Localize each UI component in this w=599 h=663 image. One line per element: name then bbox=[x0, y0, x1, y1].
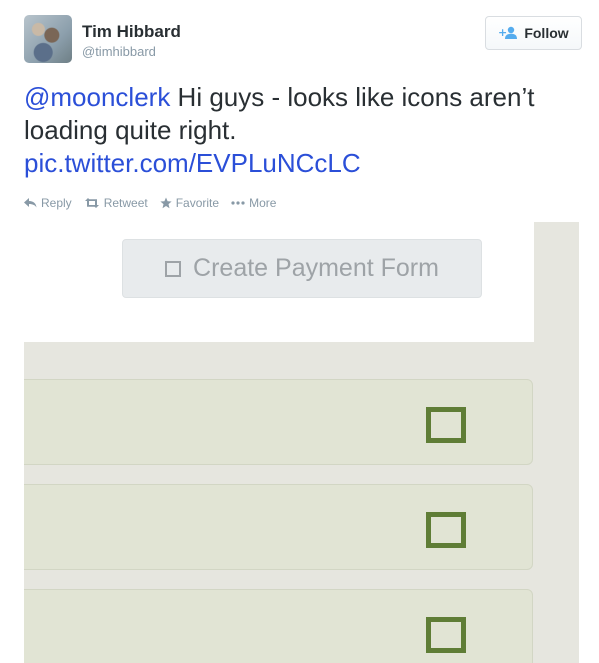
user-name[interactable]: Tim Hibbard bbox=[82, 22, 181, 42]
broken-checkbox-icon bbox=[426, 407, 466, 443]
user-handle[interactable]: @timhibbard bbox=[82, 44, 156, 59]
reply-icon bbox=[24, 198, 37, 208]
tweet-media-screenshot[interactable]: Create Payment Form bbox=[24, 222, 579, 663]
tweet-text: @moonclerk Hi guys - looks like icons ar… bbox=[24, 81, 584, 180]
avatar[interactable] bbox=[24, 15, 72, 63]
follow-button[interactable]: + Follow bbox=[485, 16, 582, 50]
list-item[interactable] bbox=[24, 379, 533, 465]
ellipsis-icon bbox=[231, 201, 245, 205]
pic-link[interactable]: pic.twitter.com/EVPLuNCcLC bbox=[24, 148, 361, 178]
broken-checkbox-icon bbox=[426, 512, 466, 548]
follow-label: Follow bbox=[524, 25, 569, 41]
broken-square-icon bbox=[165, 260, 182, 277]
reply-action[interactable]: Reply bbox=[24, 196, 72, 210]
mention-link[interactable]: @moonclerk bbox=[24, 82, 170, 112]
retweet-icon bbox=[84, 198, 99, 208]
create-payment-form-button[interactable]: Create Payment Form bbox=[122, 239, 482, 298]
retweet-action[interactable]: Retweet bbox=[84, 196, 148, 210]
tweet-actions: Reply Retweet Favorite More bbox=[24, 196, 276, 210]
favorite-action[interactable]: Favorite bbox=[160, 196, 219, 210]
more-label: More bbox=[249, 196, 277, 210]
star-icon bbox=[160, 197, 172, 209]
retweet-label: Retweet bbox=[103, 196, 148, 210]
create-button-label: Create Payment Form bbox=[193, 254, 439, 282]
list-item[interactable] bbox=[24, 484, 533, 570]
add-user-icon: + bbox=[498, 26, 518, 40]
favorite-label: Favorite bbox=[175, 196, 220, 210]
broken-checkbox-icon bbox=[426, 617, 466, 653]
list-item[interactable] bbox=[24, 589, 533, 663]
reply-label: Reply bbox=[41, 196, 72, 210]
media-header-area: Create Payment Form bbox=[24, 222, 534, 342]
more-action[interactable]: More bbox=[231, 196, 276, 210]
